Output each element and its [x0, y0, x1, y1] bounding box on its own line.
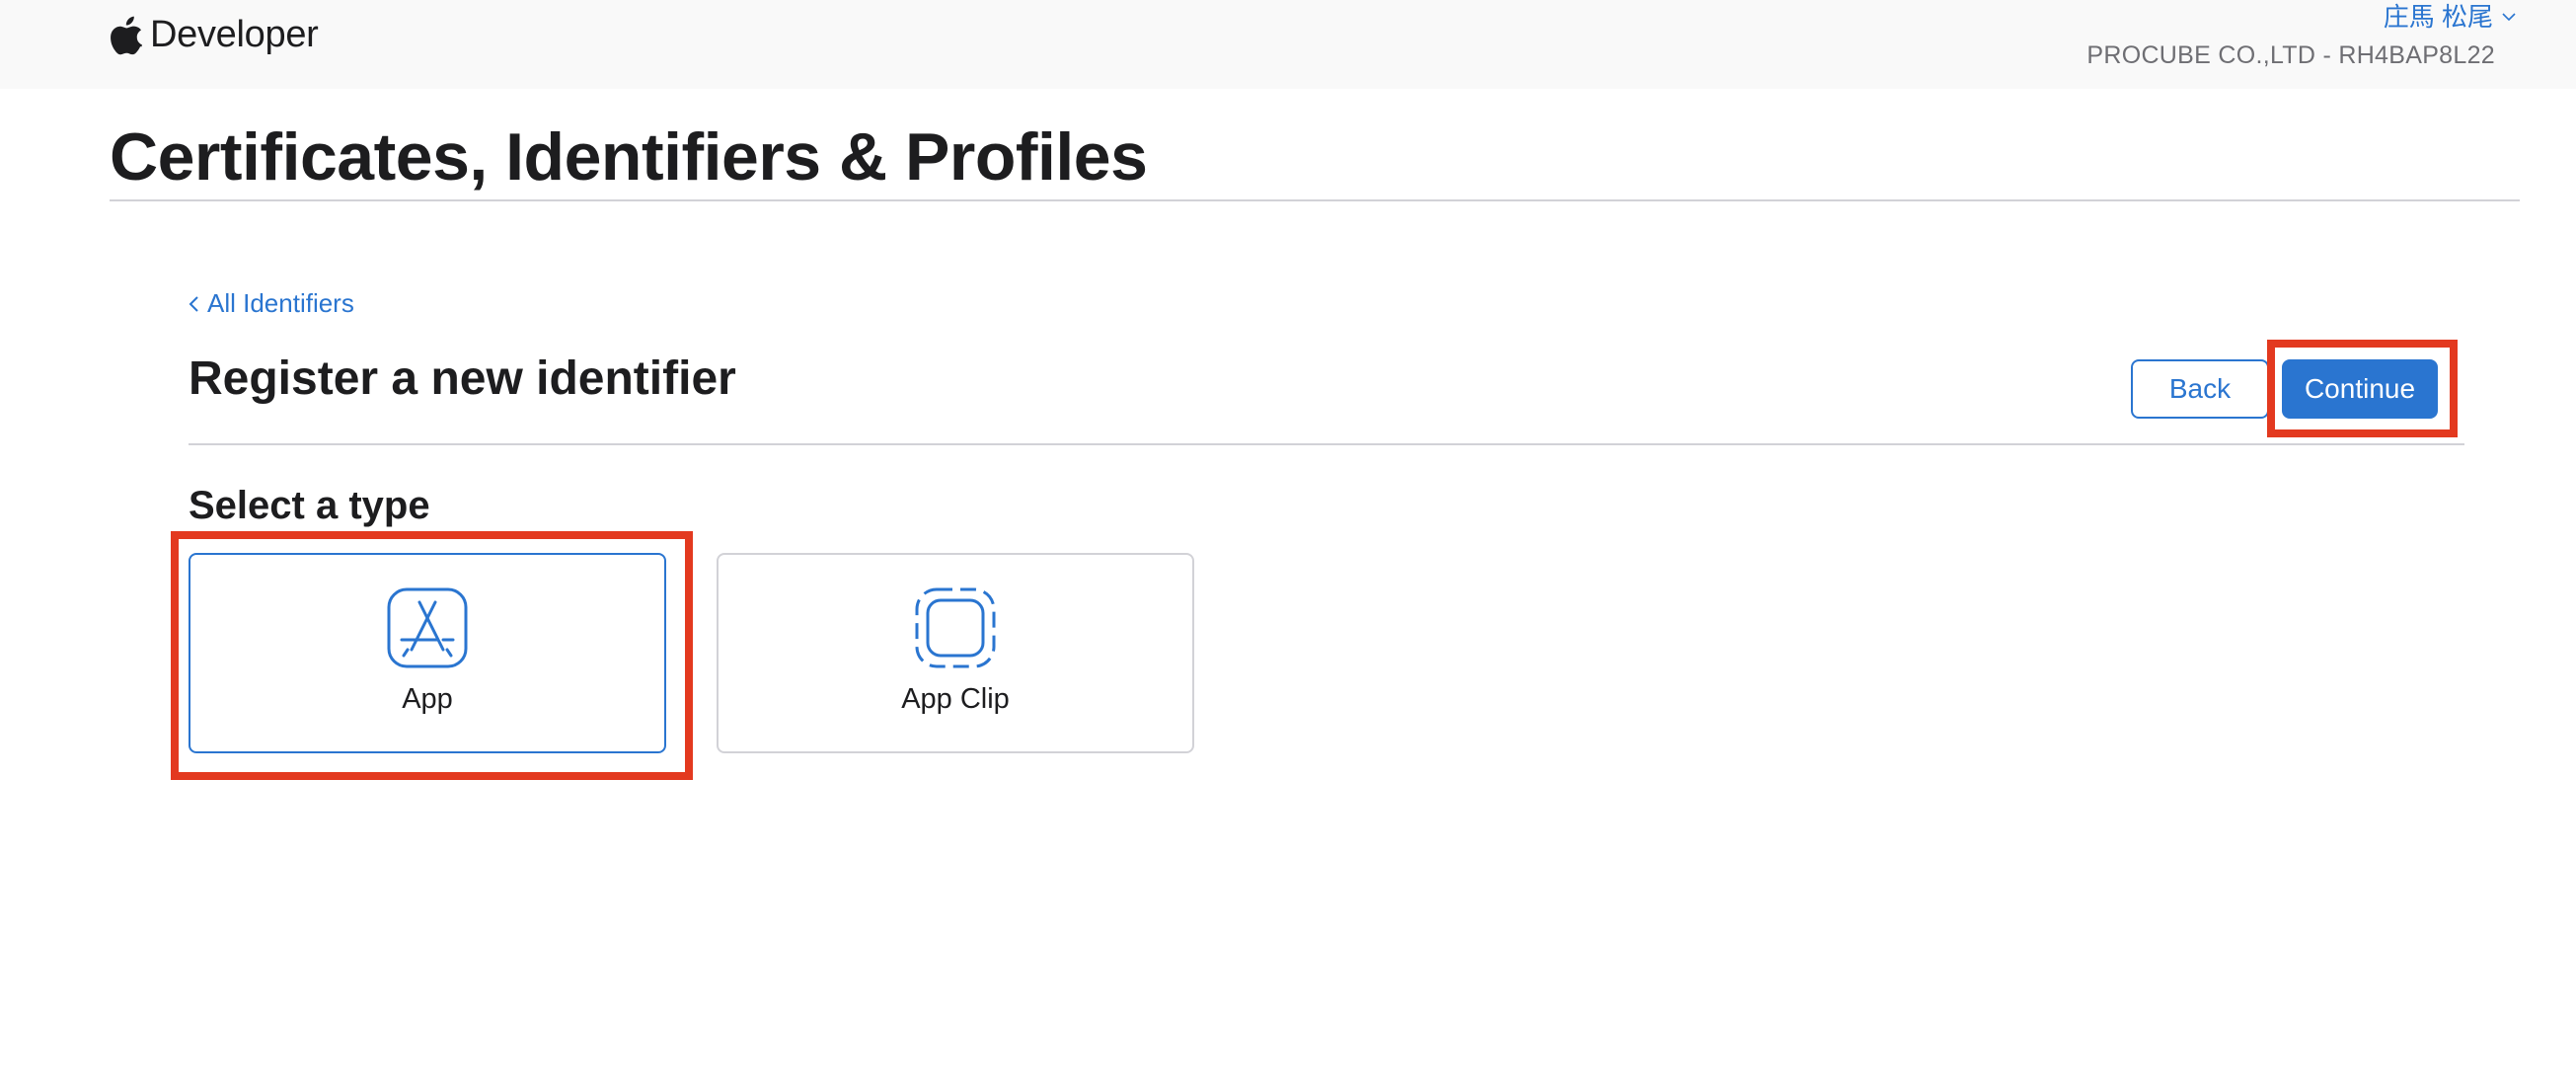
team-info: PROCUBE CO.,LTD - RH4BAP8L22 [2086, 41, 2495, 69]
section-divider [189, 443, 2464, 445]
select-type-title: Select a type [189, 484, 430, 527]
chevron-down-icon [2502, 13, 2516, 22]
page-title: Certificates, Identifiers & Profiles [110, 119, 1148, 195]
all-identifiers-link[interactable]: All Identifiers [188, 288, 354, 319]
title-divider [110, 199, 2520, 201]
user-name: 庄馬 松尾 [2383, 2, 2493, 32]
brand-text: Developer [150, 14, 319, 55]
type-card-app[interactable]: App [189, 553, 666, 753]
section-title: Register a new identifier [189, 352, 736, 405]
developer-brand[interactable]: Developer [111, 14, 319, 56]
user-menu[interactable]: 庄馬 松尾 [2384, 0, 2517, 34]
type-card-app-clip-label: App Clip [901, 683, 1010, 715]
top-navigation-bar: Developer 庄馬 松尾 PROCUBE CO.,LTD - RH4BAP… [0, 0, 2576, 89]
app-store-icon [387, 587, 468, 668]
account-info: 庄馬 松尾 PROCUBE CO.,LTD - RH4BAP8L22 [2086, 0, 2517, 77]
apple-logo-icon [111, 16, 143, 54]
type-card-app-clip[interactable]: App Clip [717, 553, 1194, 753]
type-card-app-label: App [402, 683, 453, 715]
continue-button[interactable]: Continue [2282, 359, 2438, 419]
chevron-left-icon [189, 295, 198, 312]
back-button[interactable]: Back [2131, 359, 2269, 419]
all-identifiers-label: All Identifiers [207, 288, 354, 318]
app-clip-icon [915, 587, 996, 668]
